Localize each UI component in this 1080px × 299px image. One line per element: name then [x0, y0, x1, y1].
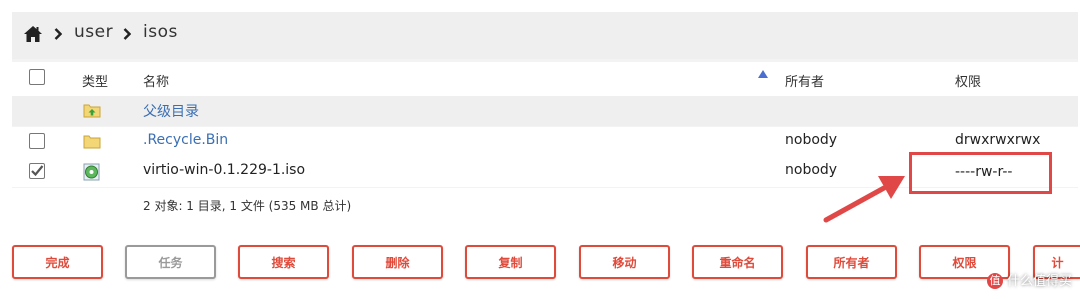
- home-icon[interactable]: [23, 25, 43, 43]
- chevron-right-icon: [54, 28, 62, 40]
- checkmark-icon: [31, 165, 44, 177]
- parent-directory-link[interactable]: 父级目录: [143, 101, 199, 121]
- tasks-button[interactable]: 任务: [125, 245, 216, 279]
- rename-button[interactable]: 重命名: [692, 245, 783, 279]
- done-button[interactable]: 完成: [12, 245, 103, 279]
- watermark-badge: 值: [986, 273, 1003, 289]
- owner-cell: nobody: [785, 162, 838, 178]
- copy-button[interactable]: 复制: [465, 245, 556, 279]
- delete-button[interactable]: 删除: [352, 245, 443, 279]
- row-checkbox-checked[interactable]: [29, 163, 45, 179]
- watermark: 值什么值得买: [986, 270, 1072, 289]
- file-name-link[interactable]: virtio-win-0.1.229-1.iso: [143, 162, 305, 178]
- owner-button[interactable]: 所有者: [806, 245, 897, 279]
- table-header: 类型 名称 所有者 权限: [12, 62, 1078, 96]
- breadcrumb: user isos: [12, 12, 1078, 59]
- search-button[interactable]: 搜索: [238, 245, 329, 279]
- column-header-owner[interactable]: 所有者: [785, 71, 824, 90]
- chevron-right-icon: [123, 28, 131, 40]
- move-button[interactable]: 移动: [579, 245, 670, 279]
- annotation-highlight-box: [909, 152, 1052, 194]
- permissions-cell: drwxrwxrwx: [955, 132, 1041, 148]
- column-header-name[interactable]: 名称: [143, 71, 169, 90]
- column-header-permissions[interactable]: 权限: [955, 71, 981, 90]
- row-checkbox[interactable]: [29, 133, 45, 149]
- disc-image-icon: [83, 163, 100, 181]
- breadcrumb-item-isos[interactable]: isos: [143, 22, 178, 42]
- select-all-checkbox[interactable]: [29, 69, 45, 85]
- owner-cell: nobody: [785, 132, 838, 148]
- breadcrumb-item-user[interactable]: user: [74, 22, 113, 42]
- table-row[interactable]: 父级目录: [12, 96, 1078, 126]
- column-header-type[interactable]: 类型: [82, 71, 108, 90]
- folder-up-icon: [83, 104, 101, 118]
- summary-text: 2 对象: 1 目录, 1 文件 (535 MB 总计): [143, 199, 352, 213]
- folder-icon: [83, 135, 101, 149]
- file-name-link[interactable]: .Recycle.Bin: [143, 132, 228, 148]
- watermark-text: 什么值得买: [1006, 273, 1072, 289]
- sort-ascending-icon[interactable]: [758, 70, 768, 78]
